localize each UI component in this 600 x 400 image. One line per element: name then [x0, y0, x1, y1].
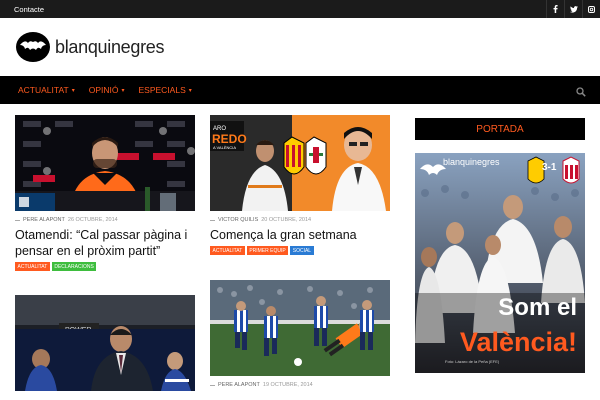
article-meta: VICTOR QUILIS 20 OCTUBRE, 2014 — [210, 217, 390, 223]
nav-item-especials[interactable]: ESPECIALS ▾ — [139, 85, 192, 95]
site-header: blanquinegres — [0, 18, 600, 76]
article-author[interactable]: PERE ALAPONT — [23, 217, 65, 223]
match-action-photo — [210, 280, 390, 376]
article-meta: PERE ALAPONT 19 OCTUBRE, 2014 — [210, 382, 390, 388]
article-tags: ACTUALITAT DECLARACIONS — [15, 262, 195, 271]
article-date: 26 OCTUBRE, 2014 — [67, 217, 118, 223]
chevron-down-icon: ▾ — [188, 87, 192, 94]
article-image[interactable]: POWER — [15, 295, 195, 391]
nav-item-opinio[interactable]: OPINIÓ ▾ — [89, 85, 125, 95]
bat-logo-icon — [16, 32, 50, 62]
tag-declaracions[interactable]: DECLARACIONS — [51, 262, 97, 271]
tag-actualitat[interactable]: ACTUALITAT — [210, 246, 245, 255]
article-tags: ACTUALITAT PRIMER EQUIP SOCIAL — [210, 246, 390, 255]
article-card: ARO REDO A VALÈNCIA VICTOR QUILIS 20 OCT… — [210, 115, 390, 255]
svg-text:Foto: Lázaro de la Peña (EFE): Foto: Lázaro de la Peña (EFE) — [445, 359, 500, 364]
site-logo[interactable]: blanquinegres — [15, 31, 165, 63]
svg-text:REDO: REDO — [212, 132, 247, 146]
svg-text:A VALÈNCIA: A VALÈNCIA — [213, 145, 236, 150]
tag-primer-equip[interactable]: PRIMER EQUIP — [246, 246, 289, 255]
cover-headline: Som el València! — [459, 294, 577, 357]
tag-actualitat[interactable]: ACTUALITAT — [15, 262, 50, 271]
chevron-down-icon: ▾ — [71, 87, 75, 94]
article-card: PERE ALAPONT 19 OCTUBRE, 2014 — [210, 280, 390, 388]
article-date: 19 OCTUBRE, 2014 — [262, 382, 313, 388]
search-icon[interactable] — [576, 84, 586, 102]
article-date: 20 OCTUBRE, 2014 — [261, 217, 312, 223]
chevron-down-icon: ▾ — [121, 87, 125, 94]
article-image[interactable]: ARO REDO A VALÈNCIA — [210, 115, 390, 211]
coach-bench-photo: POWER — [15, 295, 195, 391]
article-title[interactable]: Comença la gran setmana — [210, 227, 390, 243]
instagram-icon[interactable] — [582, 0, 600, 18]
cover-score: 3-1 — [542, 162, 557, 173]
article-meta: PERE ALAPONT 26 OCTUBRE, 2014 — [15, 217, 195, 223]
article-author[interactable]: VICTOR QUILIS — [218, 217, 258, 223]
magazine-cover[interactable]: Foto: Lázaro de la Peña (EFE) blanquineg… — [415, 153, 585, 373]
social-links — [546, 0, 600, 18]
top-bar: Contacte — [0, 0, 600, 18]
article-image[interactable] — [15, 115, 195, 211]
facebook-icon[interactable] — [546, 0, 564, 18]
cover-logo: blanquinegres — [443, 157, 500, 167]
nav-item-actualitat[interactable]: ACTUALITAT ▾ — [18, 85, 75, 95]
article-card: POWER — [15, 295, 195, 391]
tag-social[interactable]: SOCIAL — [290, 246, 314, 255]
twitter-icon[interactable] — [564, 0, 582, 18]
article-image[interactable] — [210, 280, 390, 376]
main-navigation: ACTUALITAT ▾ OPINIÓ ▾ ESPECIALS ▾ — [0, 76, 600, 104]
contact-link[interactable]: Contacte — [14, 5, 44, 14]
article-title[interactable]: Otamendi: “Cal passar pàgina i pensar en… — [15, 227, 195, 259]
article-author[interactable]: PERE ALAPONT — [218, 382, 260, 388]
match-preview-graphic: ARO REDO A VALÈNCIA — [210, 115, 390, 211]
portada-button[interactable]: PORTADA — [415, 118, 585, 140]
article-card: PERE ALAPONT 26 OCTUBRE, 2014 Otamendi: … — [15, 115, 195, 271]
press-conference-photo — [15, 115, 195, 211]
logo-text: blanquinegres — [55, 36, 165, 57]
